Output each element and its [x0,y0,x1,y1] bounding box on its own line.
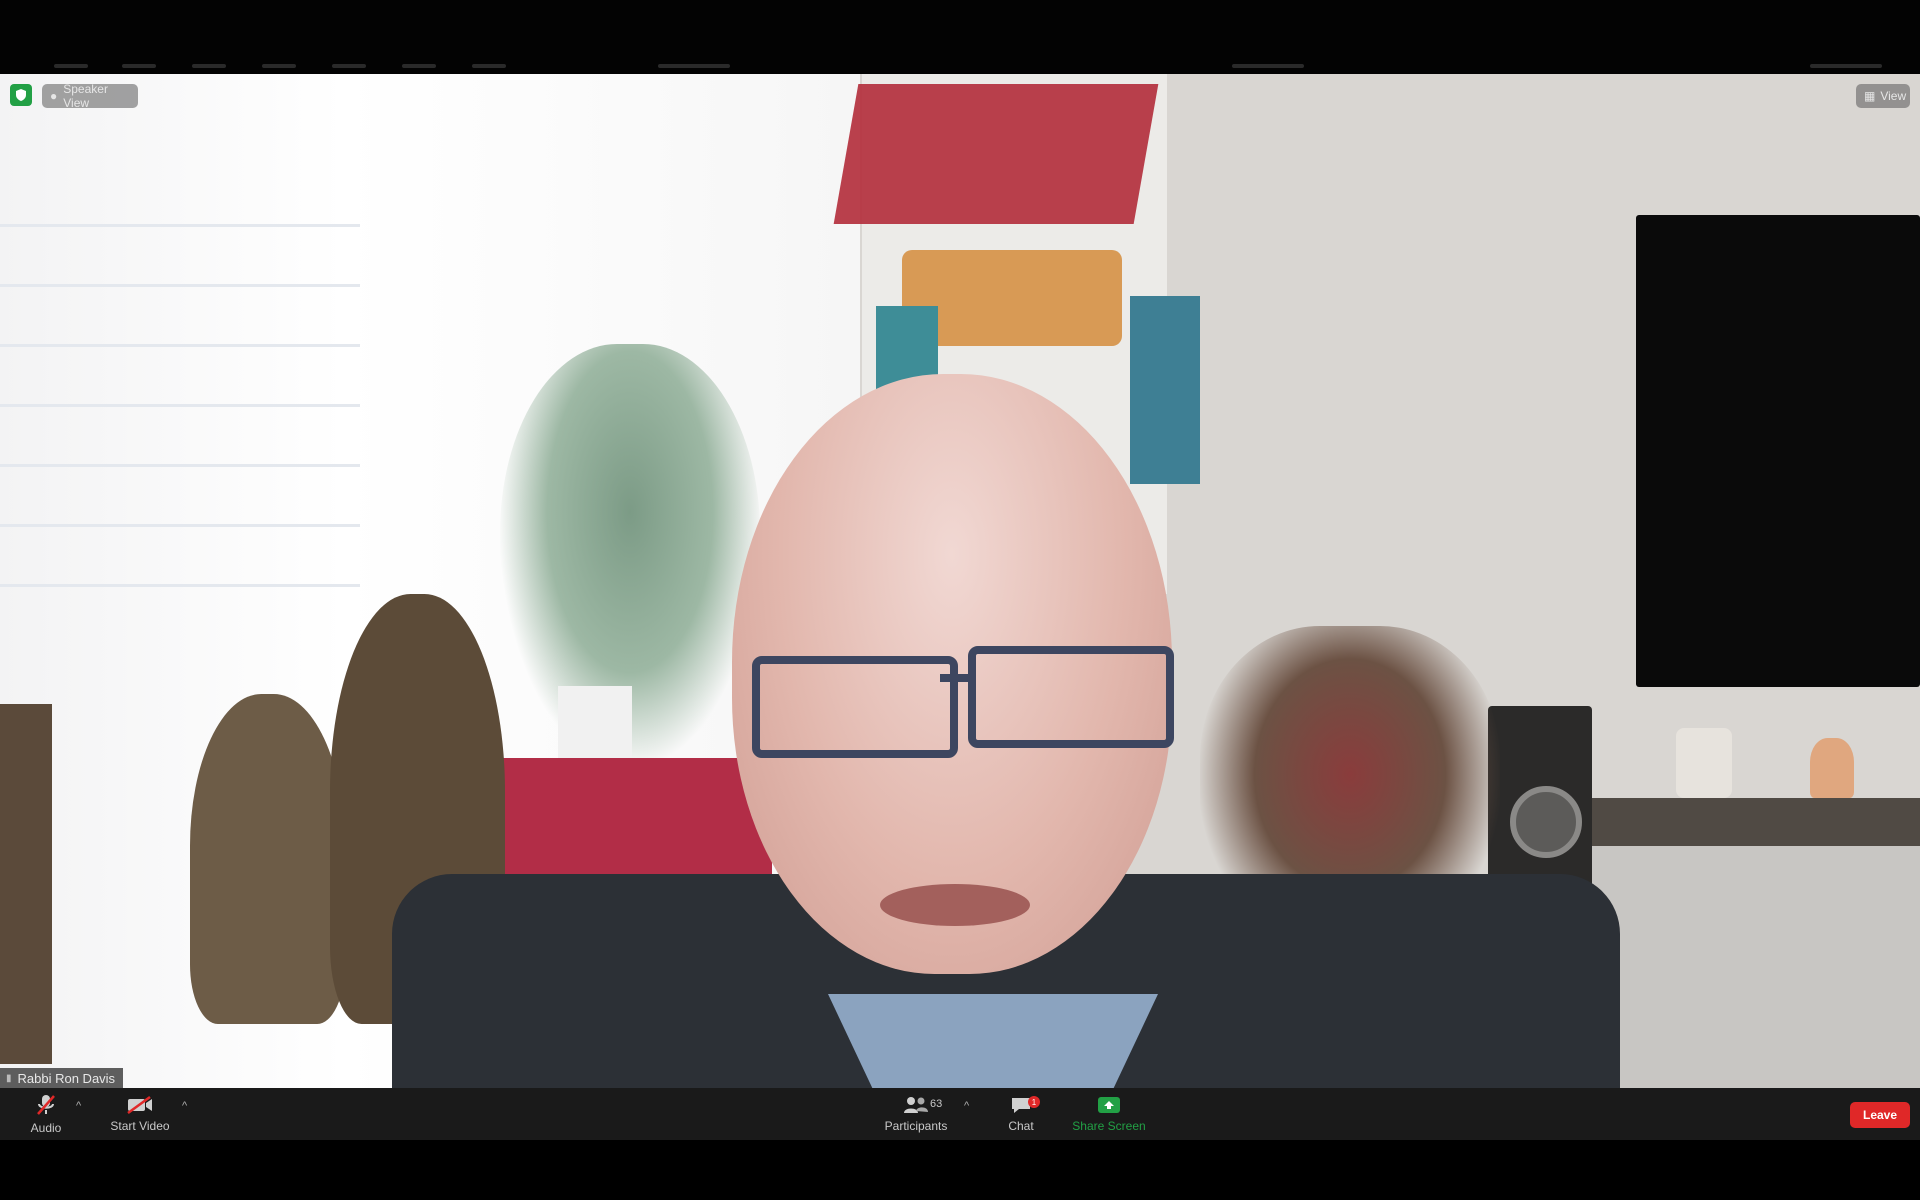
audio-button[interactable]: Audio [22,1088,70,1140]
person-shirt [828,994,1158,1088]
meeting-toolbar: Audio ^ Start Video ^ Participants 63 ^ … [0,1088,1920,1140]
chat-button[interactable]: Chat [998,1088,1044,1140]
candle-jar [1676,728,1732,798]
blind-slat [0,224,360,227]
leave-button[interactable]: Leave [1850,1102,1910,1128]
audio-options-caret[interactable]: ^ [76,1100,81,1112]
speaker-view-indicator[interactable]: ● Speaker View [42,82,138,110]
microphone-muted-icon [37,1095,55,1115]
top-dash [122,64,156,68]
top-dash [1232,64,1304,68]
glasses-bridge [940,674,974,682]
participant-name: Rabbi Ron Davis [17,1070,116,1086]
top-dash [658,64,730,68]
participants-label: Participants [884,1119,948,1133]
top-dash [472,64,506,68]
speaker-view-label: Speaker View [63,82,108,110]
share-screen-button[interactable]: Share Screen [1064,1088,1154,1140]
top-dash [1810,64,1882,68]
share-screen-label: Share Screen [1072,1119,1146,1133]
blind-slat [0,464,360,467]
chat-label: Chat [1008,1119,1034,1133]
share-screen-icon [1098,1097,1120,1113]
top-dash [54,64,88,68]
participants-options-caret[interactable]: ^ [964,1100,969,1112]
top-dash [332,64,366,68]
video-label: Start Video [110,1119,170,1133]
top-dash [262,64,296,68]
glasses [968,646,1174,748]
blind-slat [0,404,360,407]
participants-count: 63 [930,1098,943,1110]
participants-icon [904,1097,928,1113]
top-dash [402,64,436,68]
grid-icon: ▦ [1864,89,1876,103]
signal-icon: ▮ [6,1072,12,1084]
picture-frame [0,704,52,1064]
speaker-cone [1510,786,1582,858]
blind-slat [0,284,360,287]
view-button[interactable]: ▦ View [1856,84,1910,108]
bottom-letterbox [0,1140,1920,1200]
top-bar [0,0,1920,74]
audio-label: Audio [30,1121,62,1135]
blind-slat [0,344,360,347]
wall-art-teal [1130,296,1200,484]
figurine [1810,738,1854,798]
television [1636,215,1920,687]
shield-icon [16,89,26,101]
glasses [752,656,958,758]
sculpture [190,694,345,1024]
video-options-caret[interactable]: ^ [182,1100,187,1112]
chat-unread-badge: 1 [1028,1096,1040,1108]
blind-slat [0,584,360,587]
video-feed [0,74,1920,1088]
top-dash [192,64,226,68]
security-shield-icon[interactable] [10,84,32,106]
start-video-button[interactable]: Start Video [104,1088,176,1140]
wall-art-red [833,84,1159,224]
view-button-label: View [1880,89,1907,103]
participants-button[interactable]: Participants [880,1088,952,1140]
cabinet-top [1586,798,1920,846]
user-icon: ● [50,89,58,103]
video-off-icon [127,1095,152,1115]
participant-name-label: ▮ Rabbi Ron Davis [0,1068,124,1088]
blind-slat [0,524,360,527]
person-mouth [880,884,1030,926]
